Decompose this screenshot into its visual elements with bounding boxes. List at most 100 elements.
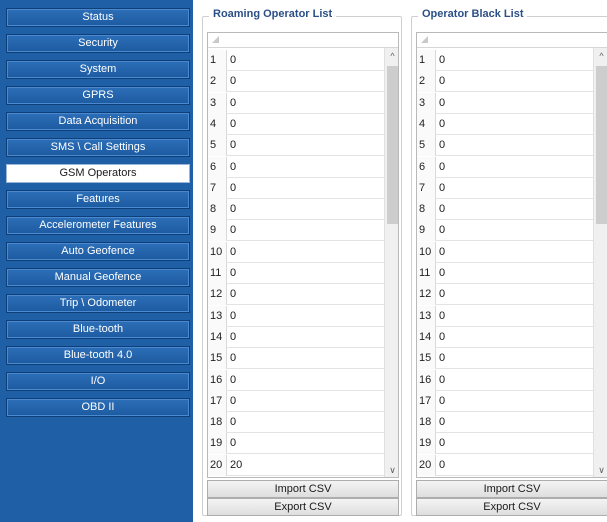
import-csv-button[interactable]: Import CSV bbox=[416, 480, 607, 498]
row-number: 19 bbox=[417, 433, 435, 455]
row-number: 9 bbox=[208, 220, 226, 242]
operator-code-cell[interactable]: 0 bbox=[435, 50, 593, 71]
operator-code-cell[interactable]: 0 bbox=[226, 135, 384, 157]
operator-code-cell[interactable]: 0 bbox=[435, 348, 593, 370]
export-csv-button[interactable]: Export CSV bbox=[416, 498, 607, 516]
operator-code-cell[interactable]: 0 bbox=[435, 135, 593, 157]
table-row: 20 bbox=[208, 71, 384, 93]
row-number: 1 bbox=[208, 50, 226, 71]
sidebar-item-obd-ii[interactable]: OBD II bbox=[6, 398, 190, 417]
operator-code-cell[interactable]: 0 bbox=[435, 113, 593, 135]
operator-code-cell[interactable]: 0 bbox=[435, 156, 593, 178]
operator-code-cell[interactable]: 0 bbox=[226, 390, 384, 412]
row-number: 9 bbox=[417, 220, 435, 242]
sidebar-item-gsm-operators[interactable]: GSM Operators bbox=[6, 164, 190, 183]
row-number: 16 bbox=[208, 369, 226, 391]
operator-code-cell[interactable]: 0 bbox=[435, 220, 593, 242]
export-csv-button[interactable]: Export CSV bbox=[207, 498, 399, 516]
table-row: 13 0 bbox=[208, 305, 384, 327]
row-number: 20 bbox=[208, 454, 226, 476]
sidebar-item-features[interactable]: Features bbox=[6, 190, 190, 209]
operator-code-cell[interactable]: 0 bbox=[226, 113, 384, 135]
operator-code-cell[interactable]: 0 bbox=[226, 305, 384, 327]
operator-code-cell[interactable]: 0 bbox=[435, 71, 593, 93]
table-row: 60 bbox=[208, 156, 384, 178]
operator-code-cell[interactable]: 0 bbox=[435, 92, 593, 114]
operator-code-cell[interactable]: 0 bbox=[435, 284, 593, 306]
table-row: 80 bbox=[208, 199, 384, 221]
table-row: 18 0 bbox=[208, 412, 384, 434]
sidebar-item-blue-tooth-4-0[interactable]: Blue-tooth 4.0 bbox=[6, 346, 190, 365]
operator-code-cell[interactable]: 0 bbox=[226, 326, 384, 348]
operator-code-cell[interactable]: 0 bbox=[435, 454, 593, 476]
row-number: 10 bbox=[208, 241, 226, 263]
grid-corner[interactable] bbox=[208, 33, 398, 48]
operator-code-cell[interactable]: 0 bbox=[226, 156, 384, 178]
row-number: 15 bbox=[208, 348, 226, 370]
operator-code-cell[interactable]: 0 bbox=[226, 199, 384, 221]
grid-corner[interactable] bbox=[417, 33, 607, 48]
sidebar-item-auto-geofence[interactable]: Auto Geofence bbox=[6, 242, 190, 261]
row-number: 2 bbox=[208, 71, 226, 93]
table-row: 19 0 bbox=[417, 433, 593, 455]
operator-code-cell[interactable]: 0 bbox=[226, 220, 384, 242]
vertical-scrollbar[interactable]: ^ ∨ bbox=[384, 48, 398, 477]
table-row: 90 bbox=[417, 220, 593, 242]
operator-code-cell[interactable]: 0 bbox=[226, 412, 384, 434]
sidebar-item-status[interactable]: Status bbox=[6, 8, 190, 27]
row-number: 11 bbox=[208, 263, 226, 284]
table-row: 50 bbox=[417, 135, 593, 157]
table-row: 12 0 bbox=[208, 284, 384, 306]
operator-code-cell[interactable]: 0 bbox=[435, 390, 593, 412]
sidebar-item-security[interactable]: Security bbox=[6, 34, 190, 53]
row-number: 1 bbox=[417, 50, 435, 71]
operator-code-cell[interactable]: 0 bbox=[435, 305, 593, 327]
sidebar-item-accelerometer-features[interactable]: Accelerometer Features bbox=[6, 216, 190, 235]
scroll-thumb[interactable] bbox=[387, 66, 398, 224]
operator-code-cell[interactable]: 20 bbox=[226, 454, 384, 476]
operator-code-cell[interactable]: 0 bbox=[435, 412, 593, 434]
vertical-scrollbar[interactable]: ^ ∨ bbox=[593, 48, 607, 477]
operator-code-cell[interactable]: 0 bbox=[226, 241, 384, 263]
roaming-operator-panel: Roaming Operator List 102030405060708090… bbox=[202, 8, 402, 516]
operator-code-cell[interactable]: 0 bbox=[226, 284, 384, 306]
row-number: 10 bbox=[417, 241, 435, 263]
table-row: 17 0 bbox=[417, 390, 593, 412]
sidebar-item-sms-call-settings[interactable]: SMS \ Call Settings bbox=[6, 138, 190, 157]
sidebar-item-manual-geofence[interactable]: Manual Geofence bbox=[6, 268, 190, 287]
chevron-up-icon[interactable]: ^ bbox=[594, 48, 607, 64]
operator-code-cell[interactable]: 0 bbox=[435, 199, 593, 221]
sidebar-item-blue-tooth[interactable]: Blue-tooth bbox=[6, 320, 190, 339]
operator-code-cell[interactable]: 0 bbox=[435, 263, 593, 284]
operator-code-cell[interactable]: 0 bbox=[435, 369, 593, 391]
sidebar-item-trip-odometer[interactable]: Trip \ Odometer bbox=[6, 294, 190, 313]
row-number: 17 bbox=[417, 390, 435, 412]
sidebar-item-gprs[interactable]: GPRS bbox=[6, 86, 190, 105]
operator-code-cell[interactable]: 0 bbox=[435, 326, 593, 348]
table-row: 40 bbox=[208, 113, 384, 135]
operator-code-cell[interactable]: 0 bbox=[226, 348, 384, 370]
row-number: 15 bbox=[417, 348, 435, 370]
operator-code-cell[interactable]: 0 bbox=[226, 263, 384, 284]
operator-code-cell[interactable]: 0 bbox=[226, 177, 384, 199]
table-row: 13 0 bbox=[417, 305, 593, 327]
panel-title-blacklist: Operator Black List bbox=[418, 8, 528, 20]
operator-code-cell[interactable]: 0 bbox=[435, 433, 593, 455]
sidebar-item-i-o[interactable]: I/O bbox=[6, 372, 190, 391]
chevron-down-icon[interactable]: ∨ bbox=[594, 462, 607, 477]
operator-code-cell[interactable]: 0 bbox=[435, 241, 593, 263]
sidebar-item-data-acquisition[interactable]: Data Acquisition bbox=[6, 112, 190, 131]
operator-code-cell[interactable]: 0 bbox=[226, 50, 384, 71]
chevron-up-icon[interactable]: ^ bbox=[385, 48, 398, 64]
import-csv-button[interactable]: Import CSV bbox=[207, 480, 399, 498]
table-row: 10 0 bbox=[417, 241, 593, 263]
operator-code-cell[interactable]: 0 bbox=[226, 92, 384, 114]
sidebar-item-system[interactable]: System bbox=[6, 60, 190, 79]
operator-code-cell[interactable]: 0 bbox=[226, 369, 384, 391]
operator-black-list-grid: 1 0 2 0 3 0 4 0 5 0 6 0 7 0 8 0 9 0 10 0 11 0 12 0 13 0 14 0 15 0 16 0 1… bbox=[416, 32, 607, 478]
operator-code-cell[interactable]: 0 bbox=[435, 177, 593, 199]
operator-code-cell[interactable]: 0 bbox=[226, 71, 384, 93]
operator-code-cell[interactable]: 0 bbox=[226, 433, 384, 455]
chevron-down-icon[interactable]: ∨ bbox=[385, 462, 398, 477]
scroll-thumb[interactable] bbox=[596, 66, 607, 224]
